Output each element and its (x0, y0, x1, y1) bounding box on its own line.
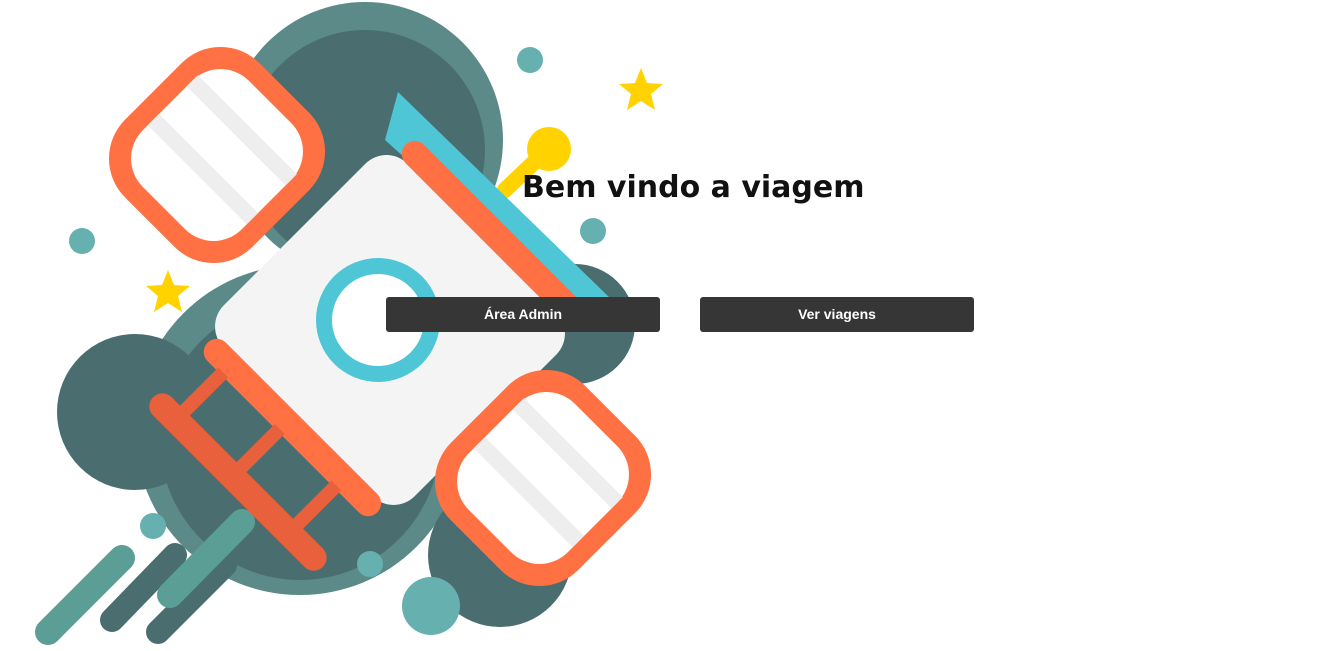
page-title: Bem vindo a viagem (522, 170, 865, 205)
view-trips-button[interactable]: Ver viagens (700, 297, 974, 332)
admin-area-button[interactable]: Área Admin (386, 297, 660, 332)
speed-lines (35, 509, 255, 645)
welcome-page: Bem vindo a viagem Área Admin Ver viagen… (0, 0, 1342, 651)
